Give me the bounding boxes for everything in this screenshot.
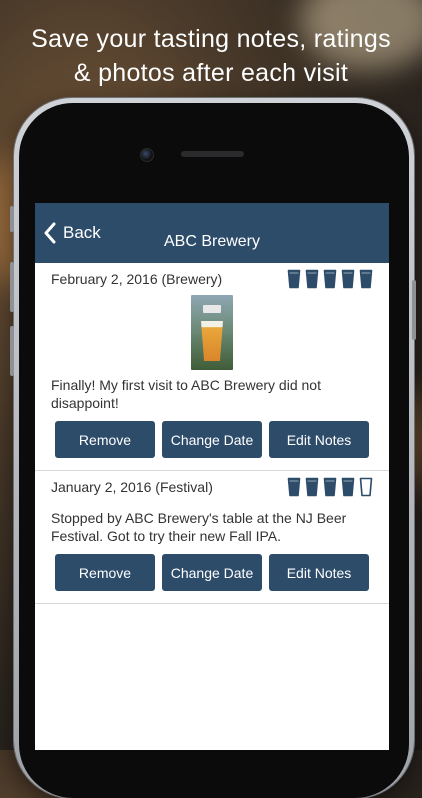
beer-mug-icon [359, 269, 373, 289]
page-title: ABC Brewery [163, 232, 261, 250]
visit-entry: January 2, 2016 (Festival) Stopped by ABC… [35, 471, 389, 604]
visit-entry: February 2, 2016 (Brewery) Finally! My fi… [35, 263, 389, 471]
earpiece-speaker [181, 151, 244, 157]
beer-mug-icon [305, 477, 319, 497]
phone-volume-up [10, 262, 14, 312]
beer-mug-icon [305, 269, 319, 289]
beer-mug-icon [359, 477, 373, 497]
tasting-notes: Finally! My first visit to ABC Brewery d… [51, 377, 321, 411]
rating-mugs[interactable] [287, 269, 373, 289]
visit-header: January 2, 2016 (Festival) [51, 471, 373, 503]
promo-headline: Save your tasting notes, ratings & photo… [0, 22, 422, 90]
promo-headline-line2: & photos after each visit [73, 59, 349, 87]
change-date-button[interactable]: Change Date [162, 554, 262, 591]
remove-button[interactable]: Remove [55, 421, 155, 458]
rating-mugs[interactable] [287, 477, 373, 497]
beer-mug-icon [323, 477, 337, 497]
tasting-notes: Stopped by ABC Brewery's table at the NJ… [51, 510, 347, 544]
back-label: Back [63, 223, 101, 242]
back-button[interactable]: Back [43, 203, 101, 263]
promo-headline-line1: Save your tasting notes, ratings [31, 25, 391, 53]
beer-mug-icon [323, 269, 337, 289]
app-screen: Back ABC Brewery February 2, 2016 (Brewe… [35, 203, 389, 750]
change-date-button[interactable]: Change Date [162, 421, 262, 458]
beer-mug-icon [341, 477, 355, 497]
beer-glass [201, 321, 223, 361]
front-camera [140, 148, 154, 162]
beer-mug-icon [287, 269, 301, 289]
beer-mug-icon [341, 269, 355, 289]
visit-date: January 2, 2016 (Festival) [51, 479, 213, 495]
visit-date: February 2, 2016 (Brewery) [51, 271, 223, 287]
phone-volume-down [10, 326, 14, 376]
visit-header: February 2, 2016 (Brewery) [51, 263, 373, 295]
beer-mug-icon [287, 477, 301, 497]
edit-notes-button[interactable]: Edit Notes [269, 421, 369, 458]
glass-label [203, 305, 221, 313]
visit-actions: Remove Change Date Edit Notes [51, 412, 373, 470]
phone-mute-switch [10, 206, 14, 232]
chevron-left-icon [44, 222, 56, 244]
visit-photo[interactable] [191, 295, 233, 370]
visit-actions: Remove Change Date Edit Notes [51, 545, 373, 603]
phone-power-button [412, 280, 416, 340]
edit-notes-button[interactable]: Edit Notes [269, 554, 369, 591]
remove-button[interactable]: Remove [55, 554, 155, 591]
visit-list: February 2, 2016 (Brewery) Finally! My fi… [35, 263, 389, 604]
navigation-bar: Back ABC Brewery [35, 203, 389, 263]
